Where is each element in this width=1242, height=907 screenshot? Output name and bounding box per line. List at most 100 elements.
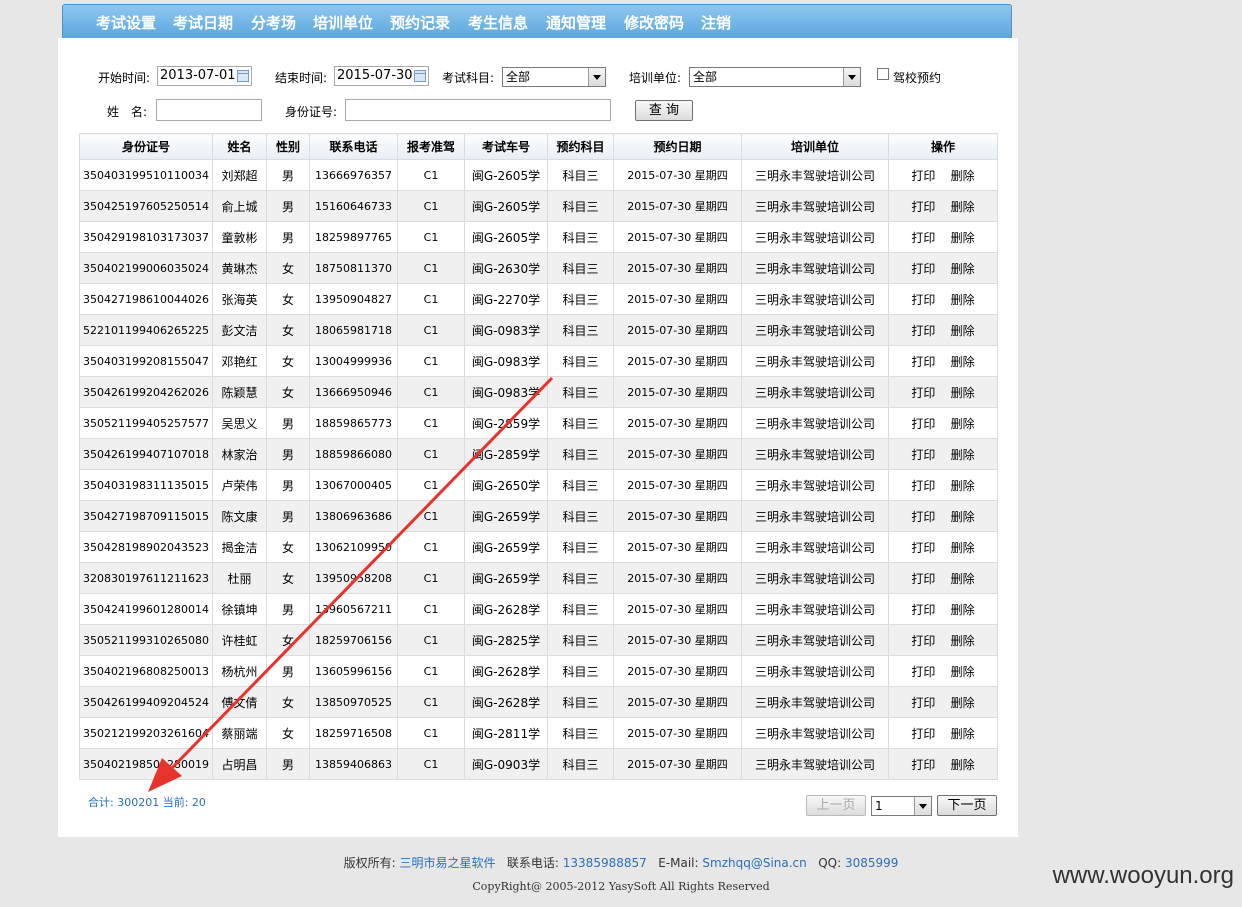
- print-link[interactable]: 打印: [911, 169, 935, 183]
- footer-email-label: E-Mail:: [658, 856, 699, 870]
- license-class-cell: C1: [397, 345, 465, 377]
- delete-link[interactable]: 删除: [951, 634, 975, 648]
- delete-link[interactable]: 删除: [951, 665, 975, 679]
- delete-link[interactable]: 删除: [951, 355, 975, 369]
- column-header: 身份证号: [79, 133, 213, 160]
- start-date-field[interactable]: 2013-07-01: [157, 66, 252, 86]
- delete-link[interactable]: 删除: [951, 417, 975, 431]
- table-row: 350427198709115015 陈文康男 13806963686 C1 闽G-26…: [79, 500, 998, 532]
- date-cell: 2015-07-30 星期四: [613, 283, 742, 315]
- school-booking-label: 驾校预约: [893, 71, 942, 85]
- phone-cell: 18065981718: [309, 314, 398, 346]
- delete-link[interactable]: 删除: [951, 541, 975, 555]
- license-class-cell: C1: [397, 655, 465, 687]
- license-class-cell: C1: [397, 624, 465, 656]
- nav-change-password[interactable]: 修改密码: [624, 12, 684, 33]
- unit-cell: 三明永丰驾驶培训公司: [741, 252, 889, 284]
- car-number-cell: 闽G-2859学: [464, 407, 548, 439]
- print-link[interactable]: 打印: [911, 386, 935, 400]
- print-link[interactable]: 打印: [911, 758, 935, 772]
- delete-link[interactable]: 删除: [951, 262, 975, 276]
- print-link[interactable]: 打印: [911, 572, 935, 586]
- unit-cell: 三明永丰驾驶培训公司: [741, 345, 889, 377]
- print-link[interactable]: 打印: [911, 200, 935, 214]
- print-link[interactable]: 打印: [911, 231, 935, 245]
- delete-link[interactable]: 删除: [951, 448, 975, 462]
- delete-link[interactable]: 删除: [951, 510, 975, 524]
- print-link[interactable]: 打印: [911, 727, 935, 741]
- chevron-down-icon[interactable]: [843, 68, 860, 86]
- print-link[interactable]: 打印: [911, 634, 935, 648]
- phone-cell: 13950904827: [309, 283, 398, 315]
- footer-company-link[interactable]: 三明市易之星软件: [399, 856, 495, 870]
- car-number-cell: 闽G-2659学: [464, 500, 548, 532]
- delete-link[interactable]: 删除: [951, 696, 975, 710]
- next-page-button[interactable]: 下一页: [937, 795, 997, 816]
- query-button[interactable]: 查 询: [635, 100, 693, 121]
- table-row: 350403198311135015 卢荣伟男 13067000405 C1 闽G-26…: [79, 469, 998, 501]
- date-cell: 2015-07-30 星期四: [613, 500, 742, 532]
- print-link[interactable]: 打印: [911, 324, 935, 338]
- delete-link[interactable]: 删除: [951, 293, 975, 307]
- subject-select[interactable]: 全部: [502, 67, 606, 87]
- delete-link[interactable]: 删除: [951, 324, 975, 338]
- print-link[interactable]: 打印: [911, 541, 935, 555]
- print-link[interactable]: 打印: [911, 479, 935, 493]
- id-number-cell: 350427198709115015: [79, 500, 213, 532]
- delete-link[interactable]: 删除: [951, 169, 975, 183]
- print-link[interactable]: 打印: [911, 417, 935, 431]
- table-row: 350428198902043523 揭金洁女 13062109950 C1 闽G-26…: [79, 531, 998, 563]
- calendar-icon[interactable]: [237, 70, 249, 82]
- nav-booking-records[interactable]: 预约记录: [390, 12, 450, 33]
- delete-link[interactable]: 删除: [951, 479, 975, 493]
- actions-cell: 打印 删除: [888, 748, 998, 780]
- calendar-icon[interactable]: [414, 70, 426, 82]
- gender-cell: 男: [266, 469, 310, 501]
- chevron-down-icon[interactable]: [914, 797, 931, 815]
- delete-link[interactable]: 删除: [951, 603, 975, 617]
- end-date-field[interactable]: 2015-07-30: [334, 66, 429, 86]
- actions-cell: 打印 删除: [888, 376, 998, 408]
- print-link[interactable]: 打印: [911, 696, 935, 710]
- footer-email-link[interactable]: Smzhqq@Sina.cn: [702, 856, 806, 870]
- nav-exam-rooms[interactable]: 分考场: [251, 12, 296, 33]
- id-number-cell: 350402198501280019: [79, 748, 213, 780]
- delete-link[interactable]: 删除: [951, 758, 975, 772]
- car-number-cell: 闽G-2605学: [464, 159, 548, 191]
- top-nav-bar: 考试设置 考试日期 分考场 培训单位 预约记录 考生信息 通知管理 修改密码 注…: [62, 4, 1012, 40]
- actions-cell: 打印 删除: [888, 562, 998, 594]
- id-number-input[interactable]: [345, 99, 611, 121]
- page-select[interactable]: 1: [871, 796, 932, 816]
- chevron-down-icon[interactable]: [588, 68, 605, 86]
- print-link[interactable]: 打印: [911, 262, 935, 276]
- page-select-value: 1: [875, 799, 883, 813]
- nav-exam-settings[interactable]: 考试设置: [96, 12, 156, 33]
- school-booking-checkbox[interactable]: [877, 68, 889, 80]
- subject-label: 考试科目:: [442, 71, 495, 85]
- car-number-cell: 闽G-2650学: [464, 469, 548, 501]
- license-class-cell: C1: [397, 376, 465, 408]
- delete-link[interactable]: 删除: [951, 727, 975, 741]
- nav-logout[interactable]: 注销: [701, 12, 731, 33]
- print-link[interactable]: 打印: [911, 355, 935, 369]
- nav-training-units[interactable]: 培训单位: [313, 12, 373, 33]
- delete-link[interactable]: 删除: [951, 572, 975, 586]
- print-link[interactable]: 打印: [911, 665, 935, 679]
- id-number-cell: 350424199601280014: [79, 593, 213, 625]
- name-cell: 邓艳红: [212, 345, 267, 377]
- print-link[interactable]: 打印: [911, 293, 935, 307]
- delete-link[interactable]: 删除: [951, 386, 975, 400]
- delete-link[interactable]: 删除: [951, 200, 975, 214]
- prev-page-button[interactable]: 上一页: [806, 795, 866, 816]
- print-link[interactable]: 打印: [911, 510, 935, 524]
- print-link[interactable]: 打印: [911, 603, 935, 617]
- nav-notice-mgmt[interactable]: 通知管理: [546, 12, 606, 33]
- name-input[interactable]: [156, 99, 262, 121]
- unit-select[interactable]: 全部: [689, 67, 861, 87]
- nav-exam-dates[interactable]: 考试日期: [173, 12, 233, 33]
- delete-link[interactable]: 删除: [951, 231, 975, 245]
- subject-cell: 科目三: [547, 221, 614, 253]
- print-link[interactable]: 打印: [911, 448, 935, 462]
- date-cell: 2015-07-30 星期四: [613, 624, 742, 656]
- nav-student-info[interactable]: 考生信息: [468, 12, 528, 33]
